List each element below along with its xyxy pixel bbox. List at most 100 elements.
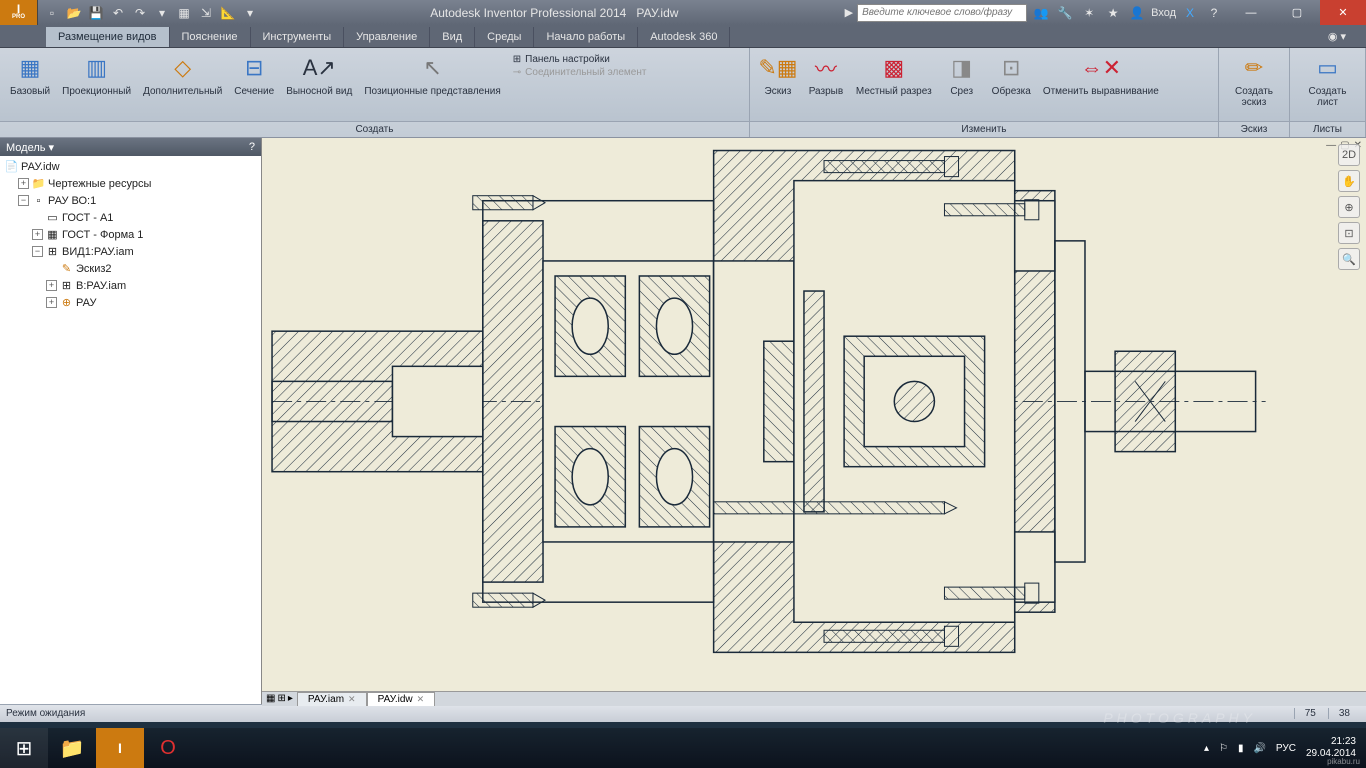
overlay-view-button[interactable]: ↖Позиционные представления [358, 50, 506, 99]
breakout-button[interactable]: ▩Местный разрез [850, 50, 938, 99]
tray-up-icon[interactable]: ▴ [1204, 743, 1209, 754]
tab-next-icon[interactable]: ▸ [288, 693, 293, 704]
task-opera[interactable]: O [144, 728, 192, 768]
close-button[interactable]: ✕ [1320, 0, 1366, 25]
zoom-window-icon[interactable]: 🔍 [1338, 248, 1360, 270]
star-icon[interactable]: ✶ [1079, 3, 1099, 23]
new-icon[interactable]: ▫ [42, 3, 62, 23]
open-sketch-button[interactable]: ✎▦Эскиз [754, 50, 802, 99]
community-icon[interactable]: 👥 [1031, 3, 1051, 23]
detail-view-button[interactable]: A↗Выносной вид [280, 50, 358, 99]
slice-button[interactable]: ◨Срез [938, 50, 986, 99]
help-icon[interactable]: ? [1204, 3, 1224, 23]
user-icon[interactable]: 👤 [1127, 3, 1147, 23]
help-small-icon[interactable]: ? [249, 141, 255, 153]
tab-close-icon[interactable]: ✕ [417, 694, 425, 705]
nailboard-button[interactable]: ⊞Панель настройки [513, 54, 647, 65]
tray-flag-icon[interactable]: ⚐ [1219, 743, 1228, 754]
statusbar: Режим ожидания 75 38 [0, 704, 1366, 722]
create-sketch-icon: ✏ [1238, 52, 1270, 84]
start-button[interactable]: ⊞ [0, 728, 48, 768]
tree-view1[interactable]: −⊞ВИД1:РАУ.iam [4, 243, 261, 260]
document-tabs: ▦ ⊞ ▸ РАУ.iam✕ РАУ.idw✕ [262, 691, 1366, 706]
ribbon-sketch-label: Эскиз [1219, 121, 1289, 137]
model-browser-header[interactable]: Модель ▾ ? [0, 138, 261, 156]
tab-list-icon[interactable]: ▦ [266, 693, 275, 704]
expand-icon[interactable]: + [46, 280, 57, 291]
crop-button[interactable]: ⊡Обрезка [986, 50, 1037, 99]
nav-2d-icon[interactable]: 2D [1338, 144, 1360, 166]
expand-icon[interactable]: + [32, 229, 43, 240]
exchange-icon[interactable]: X [1180, 3, 1200, 23]
break-button[interactable]: 〰Разрыв [802, 50, 850, 99]
search-play-icon[interactable]: ▶ [845, 6, 853, 19]
create-sheet-button[interactable]: ▭Создать лист [1294, 50, 1361, 110]
sketch-icon: ✎ [59, 262, 74, 276]
qat-dropdown-icon[interactable]: ▾ [240, 3, 260, 23]
tree-sheet[interactable]: −▫РАУ ВО:1 [4, 192, 261, 209]
child-min-icon[interactable]: — [1326, 140, 1336, 151]
drawing-canvas[interactable]: — ▢ ✕ [262, 138, 1366, 691]
model-tree: 📄РАУ.idw +📁Чертежные ресурсы −▫РАУ ВО:1 … [0, 156, 261, 704]
app-logo[interactable]: I PRO [0, 0, 38, 25]
maximize-button[interactable]: ▢ [1274, 0, 1320, 25]
tab-environments[interactable]: Среды [475, 27, 534, 47]
tree-gost-a1[interactable]: ▭ГОСТ - А1 [4, 209, 261, 226]
tab-tools[interactable]: Инструменты [251, 27, 345, 47]
tab-place-views[interactable]: Размещение видов [46, 27, 170, 47]
redo-icon[interactable]: ↷ [130, 3, 150, 23]
tab-getstarted[interactable]: Начало работы [534, 27, 638, 47]
tree-view-b[interactable]: +⊞В:РАУ.iam [4, 277, 261, 294]
tree-sketch2[interactable]: ✎Эскиз2 [4, 260, 261, 277]
zoom-all-icon[interactable]: ⊡ [1338, 222, 1360, 244]
export-icon[interactable]: ⇲ [196, 3, 216, 23]
expand-icon[interactable]: + [18, 178, 29, 189]
signin-label[interactable]: Вход [1151, 7, 1176, 19]
task-explorer[interactable]: 📁 [48, 728, 96, 768]
sheet-icon: ▫ [31, 194, 46, 208]
undo-icon[interactable]: ↶ [108, 3, 128, 23]
tab-manage[interactable]: Управление [344, 27, 430, 47]
ribbon-tabs: Размещение видов Пояснение Инструменты У… [0, 25, 1366, 48]
favorite-icon[interactable]: ★ [1103, 3, 1123, 23]
tab-grid-icon[interactable]: ⊞ [277, 693, 285, 704]
collapse-icon[interactable]: − [32, 246, 43, 257]
print-icon[interactable]: ▦ [174, 3, 194, 23]
tab-annotation[interactable]: Пояснение [170, 27, 251, 47]
slice-icon: ◨ [946, 52, 978, 84]
doc-tab-idw[interactable]: РАУ.idw✕ [367, 692, 436, 706]
base-view-icon: ▦ [14, 52, 46, 84]
minimize-button[interactable]: — [1228, 0, 1274, 25]
tree-root[interactable]: 📄РАУ.idw [4, 158, 261, 175]
tray-network-icon[interactable]: ▮ [1238, 743, 1244, 754]
select-icon[interactable]: ▾ [152, 3, 172, 23]
connector-button[interactable]: ⊸Соединительный элемент [513, 67, 647, 78]
base-view-button[interactable]: ▦Базовый [4, 50, 56, 99]
doc-tab-iam[interactable]: РАУ.iam✕ [297, 692, 367, 706]
open-icon[interactable]: 📂 [64, 3, 84, 23]
tree-gost-form1[interactable]: +▦ГОСТ - Форма 1 [4, 226, 261, 243]
break-align-button[interactable]: ⇔✕Отменить выравнивание [1037, 50, 1165, 99]
save-icon[interactable]: 💾 [86, 3, 106, 23]
tray-volume-icon[interactable]: 🔊 [1253, 743, 1265, 754]
search-input[interactable] [857, 4, 1027, 22]
tab-view[interactable]: Вид [430, 27, 475, 47]
site-watermark: pikabu.ru [1327, 757, 1360, 766]
tray-lang[interactable]: РУС [1276, 743, 1296, 754]
tree-rau[interactable]: +⊕РАУ [4, 294, 261, 311]
measure-icon[interactable]: 📐 [218, 3, 238, 23]
zoom-in-icon[interactable]: ⊕ [1338, 196, 1360, 218]
collapse-icon[interactable]: − [18, 195, 29, 206]
auxiliary-view-button[interactable]: ◇Дополнительный [137, 50, 228, 99]
ribbon-collapse-icon[interactable]: ◉ ▾ [1316, 26, 1358, 47]
key-icon[interactable]: 🔧 [1055, 3, 1075, 23]
pan-icon[interactable]: ✋ [1338, 170, 1360, 192]
tab-close-icon[interactable]: ✕ [348, 694, 356, 705]
task-inventor[interactable]: I [96, 728, 144, 768]
create-sketch-button[interactable]: ✏Создать эскиз [1223, 50, 1285, 110]
section-view-button[interactable]: ⊟Сечение [228, 50, 280, 99]
tab-autodesk360[interactable]: Autodesk 360 [638, 27, 730, 47]
tree-resources[interactable]: +📁Чертежные ресурсы [4, 175, 261, 192]
projected-view-button[interactable]: ▥Проекционный [56, 50, 137, 99]
expand-icon[interactable]: + [46, 297, 57, 308]
